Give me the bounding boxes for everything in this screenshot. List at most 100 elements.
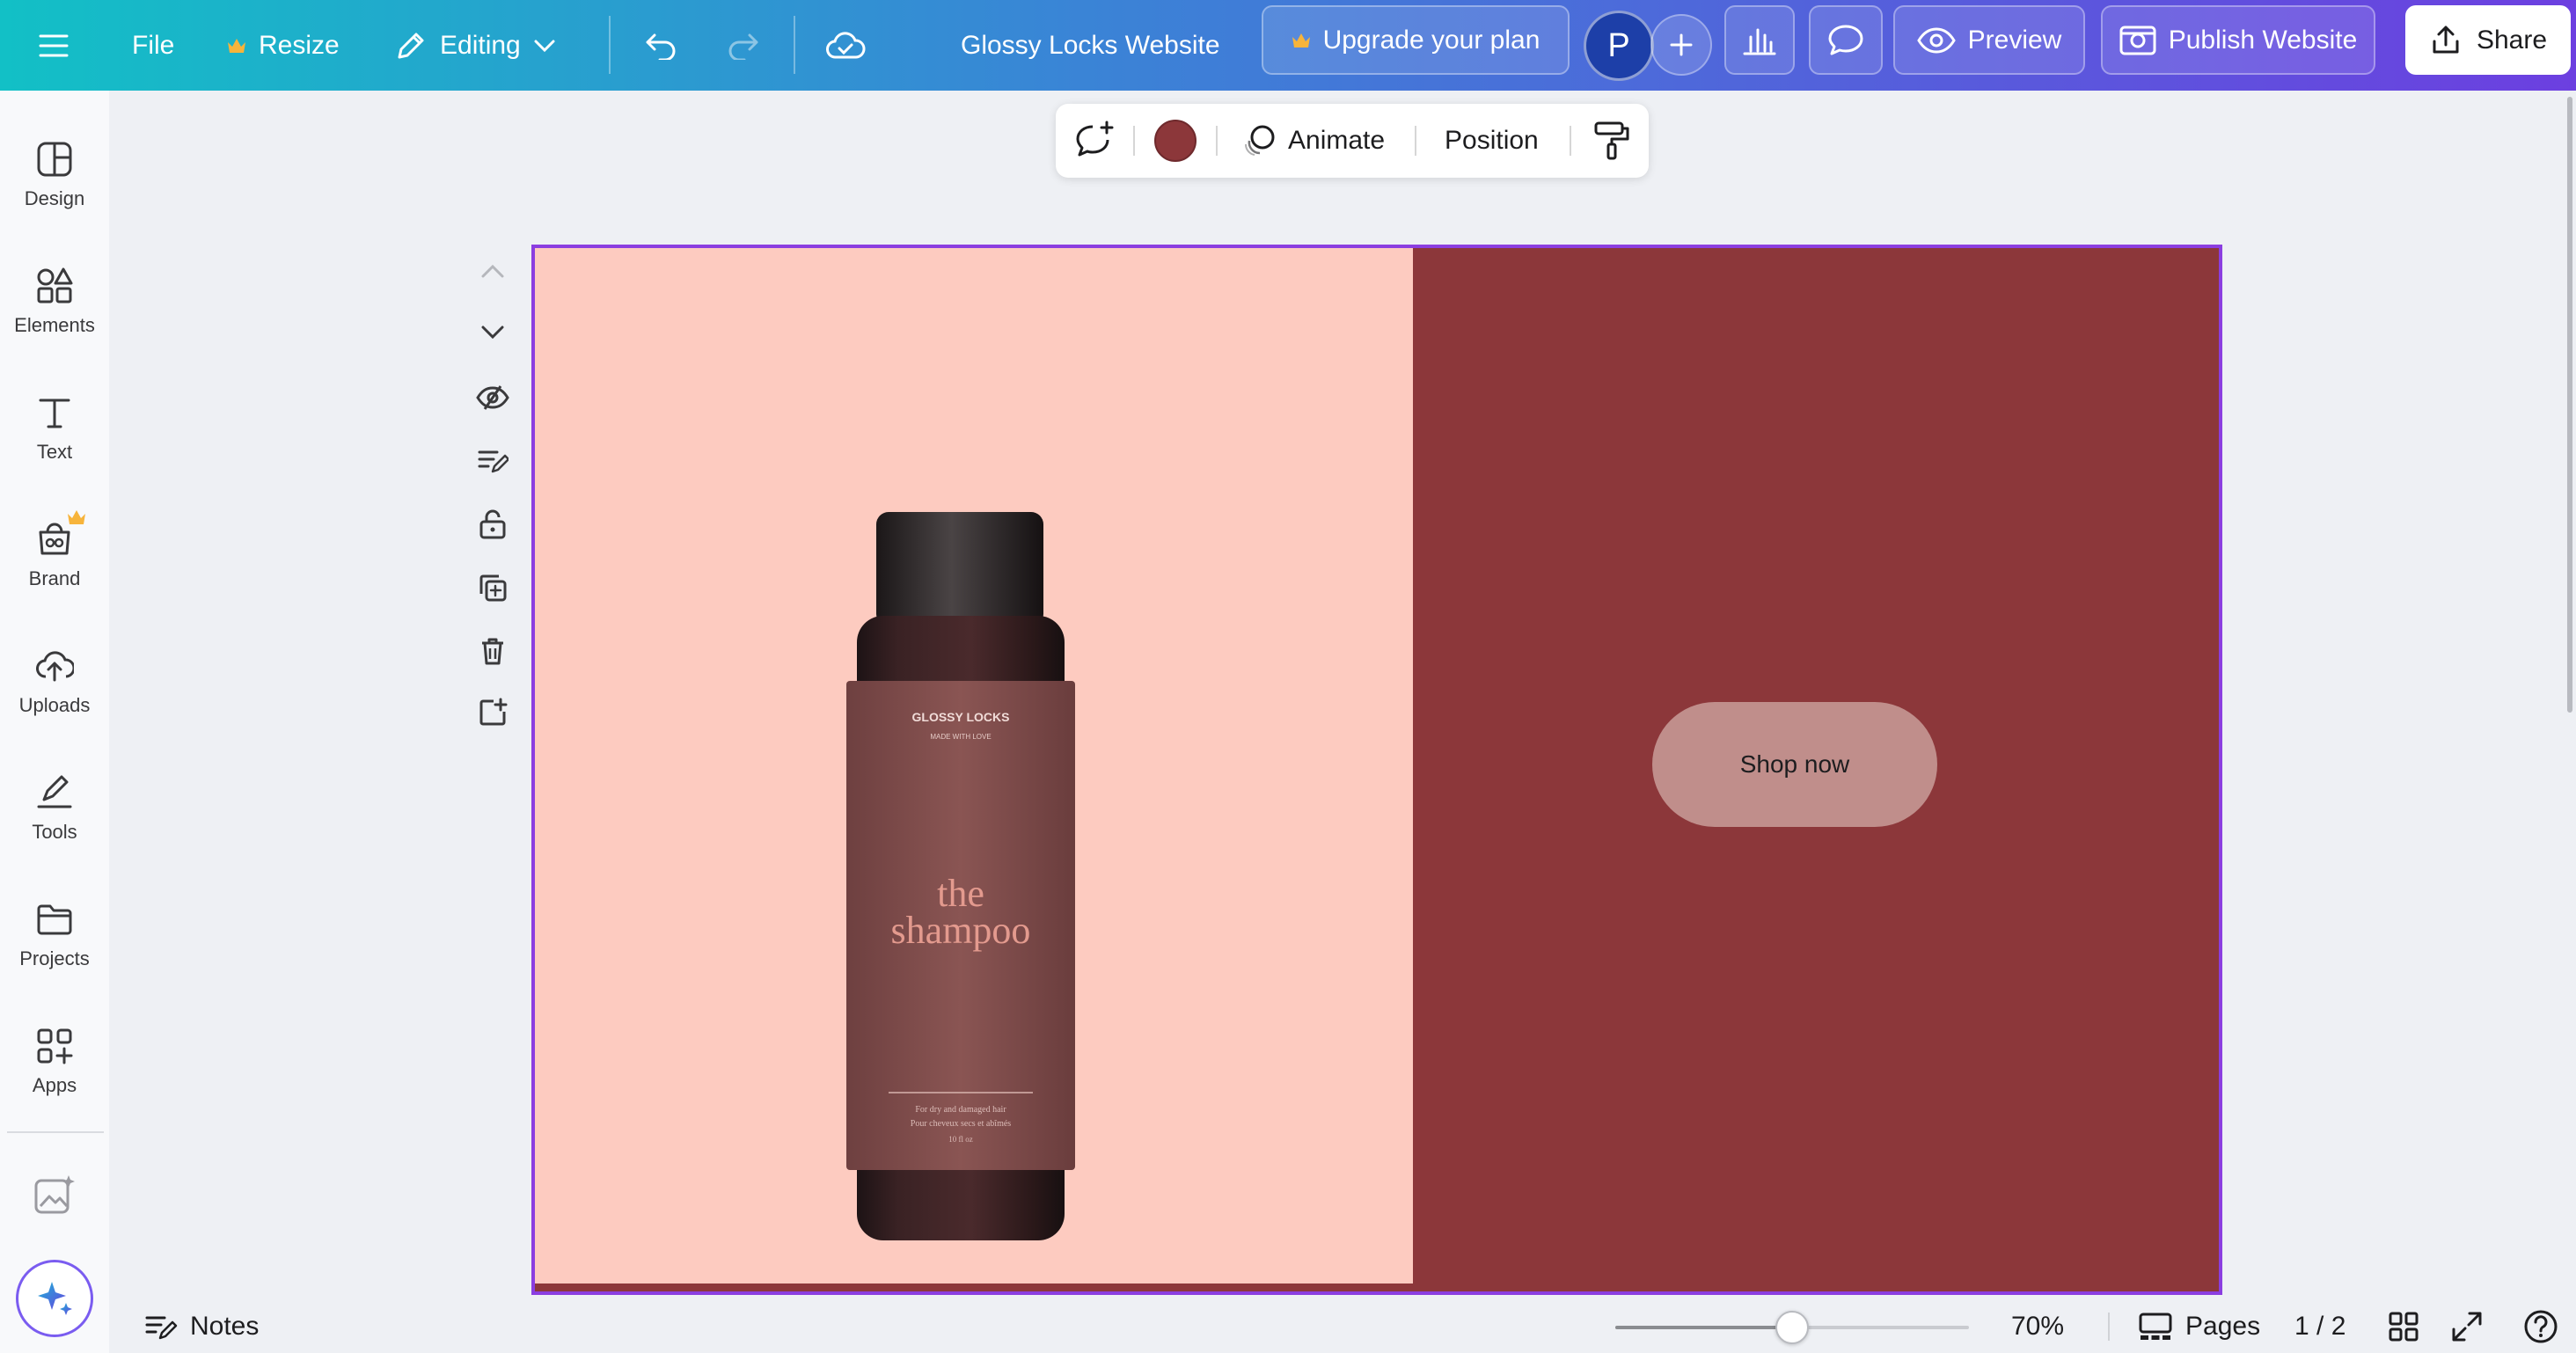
share-button[interactable]: Share xyxy=(2405,5,2571,75)
comments-button[interactable] xyxy=(1809,5,1883,75)
document-title[interactable]: Glossy Locks Website xyxy=(961,0,1220,91)
redo-button[interactable] xyxy=(720,0,765,91)
zoom-slider-fill xyxy=(1615,1326,1792,1329)
page-up-button[interactable] xyxy=(473,252,512,290)
sidebar-item-brand[interactable]: Brand xyxy=(0,499,109,611)
tools-icon xyxy=(37,775,72,808)
comment-icon xyxy=(1828,25,1863,55)
zoom-value[interactable]: 70% xyxy=(2011,1300,2064,1353)
sidebar-item-label: Design xyxy=(24,187,85,209)
sidebar-item-uploads[interactable]: Uploads xyxy=(0,625,109,738)
bottle-small-line2: Pour cheveux secs et abîmés xyxy=(911,1119,1012,1129)
animate-button[interactable]: Animate xyxy=(1242,104,1385,178)
text-icon xyxy=(39,399,70,428)
bottle-title-line2: shampoo xyxy=(891,909,1031,952)
eye-slash-icon xyxy=(476,385,509,410)
sidebar-item-tools[interactable]: Tools xyxy=(0,752,109,865)
sidebar-item-projects[interactable]: Projects xyxy=(0,879,109,991)
chevron-down-icon xyxy=(534,40,555,52)
bar-chart-icon xyxy=(1743,28,1776,55)
sidebar-item-text[interactable]: Text xyxy=(0,372,109,485)
page-notes-button[interactable] xyxy=(473,442,512,480)
undo-button[interactable] xyxy=(639,0,684,91)
resize-button[interactable]: Resize xyxy=(227,0,340,91)
copy-style-icon[interactable] xyxy=(1592,120,1633,162)
animate-label: Animate xyxy=(1288,126,1386,155)
page-down-button[interactable] xyxy=(473,313,512,352)
add-comment-icon[interactable] xyxy=(1073,120,1116,162)
sparkle-icon xyxy=(38,1282,72,1315)
notes-icon xyxy=(145,1316,178,1340)
sidebar-item-elements[interactable]: Elements xyxy=(0,245,109,358)
hide-page-button[interactable] xyxy=(473,378,512,417)
bottle-tagline-text: MADE WITH LOVE xyxy=(930,733,991,741)
crown-icon xyxy=(228,38,245,53)
brand-icon xyxy=(39,523,70,555)
grid-view-icon[interactable] xyxy=(2388,1311,2419,1342)
trash-icon xyxy=(482,638,503,665)
toolbar-divider xyxy=(1216,126,1218,156)
vertical-scrollbar[interactable] xyxy=(2567,97,2572,713)
publish-label: Publish Website xyxy=(2168,25,2358,55)
editing-mode-dropdown[interactable]: Editing xyxy=(394,0,556,91)
bottombar-divider xyxy=(2108,1313,2110,1341)
save-status-button[interactable] xyxy=(822,0,869,91)
notes-button[interactable]: Notes xyxy=(144,1300,259,1353)
editing-label: Editing xyxy=(440,30,521,60)
page-count: 1 / 2 xyxy=(2294,1312,2346,1341)
publish-website-button[interactable]: Publish Website xyxy=(2101,5,2375,75)
hamburger-icon xyxy=(39,34,69,56)
upgrade-label: Upgrade your plan xyxy=(1322,25,1540,55)
pages-button[interactable]: Pages xyxy=(2138,1300,2260,1353)
lock-icon xyxy=(479,509,506,539)
pages-label: Pages xyxy=(2185,1312,2261,1341)
redo-icon xyxy=(728,33,758,60)
uploads-icon xyxy=(36,651,74,682)
sidebar-item-label: Tools xyxy=(32,821,77,843)
sidebar-item-label: Apps xyxy=(32,1074,77,1096)
crown-icon xyxy=(1292,33,1310,48)
fullscreen-icon[interactable] xyxy=(2451,1311,2483,1342)
add-collaborator-button[interactable] xyxy=(1650,14,1712,76)
preview-button[interactable]: Preview xyxy=(1893,5,2085,75)
sidebar-item-label: Projects xyxy=(19,947,90,969)
notes-icon xyxy=(478,450,509,473)
sidebar-item-label: Brand xyxy=(28,567,81,589)
toolbar-divider xyxy=(1133,126,1135,156)
shop-now-button[interactable]: Shop now xyxy=(1652,702,1937,827)
share-label: Share xyxy=(2476,25,2548,55)
insights-button[interactable] xyxy=(1724,5,1795,75)
shampoo-bottle-image[interactable]: GLOSSY LOCKS MADE WITH LOVE the shampoo … xyxy=(839,512,1082,1240)
magic-assistant-button[interactable] xyxy=(16,1260,93,1337)
main-menu-button[interactable] xyxy=(30,0,77,91)
duplicate-page-button[interactable] xyxy=(473,568,512,607)
lock-page-button[interactable] xyxy=(473,505,512,544)
zoom-slider-thumb[interactable] xyxy=(1775,1311,1809,1344)
magic-media-icon[interactable] xyxy=(32,1173,77,1218)
avatar[interactable]: P xyxy=(1584,11,1654,81)
notes-label: Notes xyxy=(190,1312,260,1341)
color-swatch-button[interactable] xyxy=(1154,120,1197,162)
position-button[interactable]: Position xyxy=(1445,104,1539,178)
sidebar-item-label: Text xyxy=(36,441,73,463)
zoom-slider[interactable] xyxy=(1615,1311,1969,1344)
canvas-page[interactable]: GLOSSY LOCKS MADE WITH LOVE the shampoo … xyxy=(531,245,2222,1295)
help-icon[interactable] xyxy=(2523,1309,2558,1344)
add-page-button[interactable] xyxy=(473,693,512,732)
sidebar-item-apps[interactable]: Apps xyxy=(0,1006,109,1118)
crown-icon xyxy=(68,510,85,524)
publish-icon xyxy=(2119,26,2156,55)
eye-icon xyxy=(1916,26,1956,54)
topbar-divider xyxy=(609,16,611,74)
upgrade-plan-button[interactable]: Upgrade your plan xyxy=(1262,5,1570,75)
bottle-small-line3: 10 fl oz xyxy=(948,1135,973,1144)
undo-icon xyxy=(646,33,676,60)
toolbar-divider xyxy=(1570,126,1571,156)
resize-label: Resize xyxy=(259,30,340,60)
plus-icon xyxy=(1670,33,1693,56)
sidebar-item-design[interactable]: Design xyxy=(0,119,109,231)
delete-page-button[interactable] xyxy=(473,632,512,670)
pencil-icon xyxy=(398,33,424,58)
topbar-divider xyxy=(794,16,795,74)
file-menu-button[interactable]: File xyxy=(132,0,174,91)
